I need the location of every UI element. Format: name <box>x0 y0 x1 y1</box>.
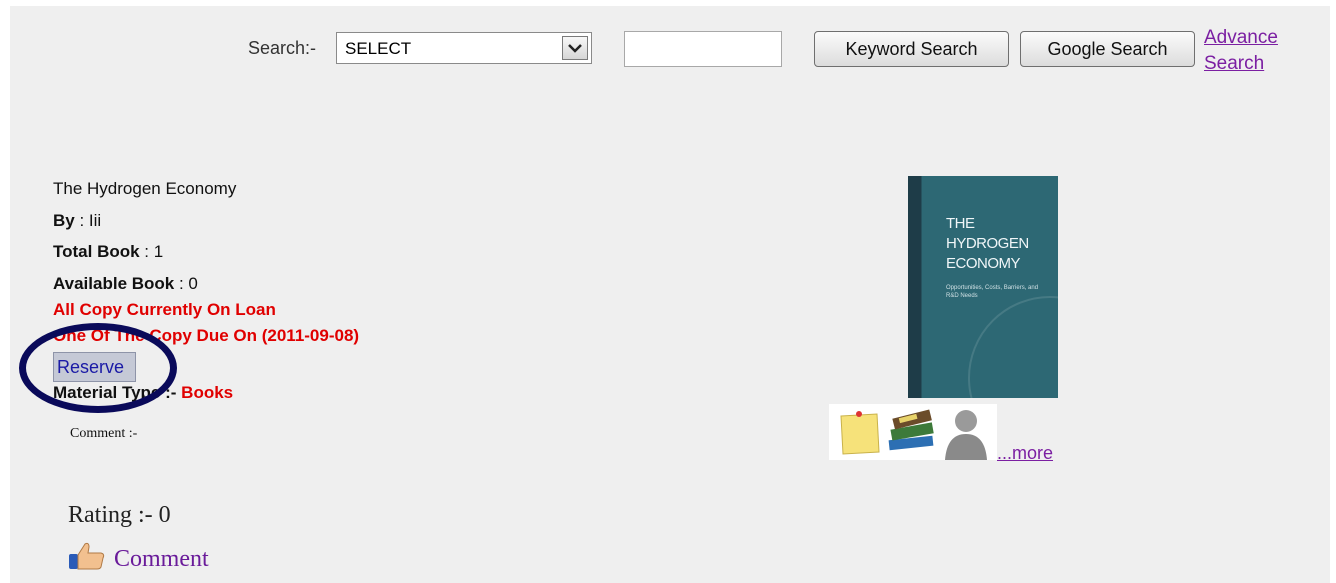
total-book-value: : 1 <box>139 242 164 261</box>
search-type-selected-value: SELECT <box>345 39 412 58</box>
cover-title-line3: ECONOMY <box>946 255 1021 272</box>
search-type-select[interactable]: SELECT <box>336 32 592 64</box>
available-book-label: Available Book <box>53 274 175 293</box>
cover-title-line1: THE <box>946 215 975 232</box>
google-search-button[interactable]: Google Search <box>1020 31 1195 67</box>
author-line: By : Iii <box>53 211 101 231</box>
cover-title-line2: HYDROGEN <box>946 235 1029 252</box>
total-book-label: Total Book <box>53 242 140 261</box>
highlight-circle <box>19 323 177 413</box>
thumbs-up-icon <box>68 541 106 578</box>
action-icons-strip <box>829 404 997 460</box>
comment-link-label: Comment <box>114 546 209 572</box>
search-input[interactable] <box>624 31 782 67</box>
chevron-down-icon[interactable] <box>562 36 588 60</box>
author-label: By <box>53 211 75 230</box>
comment-label: Comment :- <box>70 426 138 441</box>
sticky-note-icon[interactable] <box>833 404 887 460</box>
more-link[interactable]: ...more <box>997 443 1053 464</box>
books-icon[interactable] <box>885 404 939 460</box>
available-book-line: Available Book : 0 <box>53 274 198 294</box>
loan-status: All Copy Currently On Loan <box>53 300 276 319</box>
comment-link[interactable]: Comment <box>68 541 209 578</box>
total-book-line: Total Book : 1 <box>53 242 163 262</box>
advance-search-link[interactable]: Advance Search <box>1204 25 1294 77</box>
page-background <box>10 6 1330 583</box>
search-label: Search:- <box>248 38 317 58</box>
available-book-value: : 0 <box>174 274 198 293</box>
material-type-value: Books <box>181 383 234 402</box>
author-value: : Iii <box>74 211 102 230</box>
rating-text: Rating :- 0 <box>68 502 171 528</box>
user-icon[interactable] <box>939 404 993 460</box>
keyword-search-button[interactable]: Keyword Search <box>814 31 1009 67</box>
book-cover-image: THE HYDROGEN ECONOMY Opportunities, Cost… <box>908 176 1058 398</box>
book-title: The Hydrogen Economy <box>53 179 237 198</box>
cover-subtitle: Opportunities, Costs, Barriers, and R&D … <box>946 285 1039 299</box>
